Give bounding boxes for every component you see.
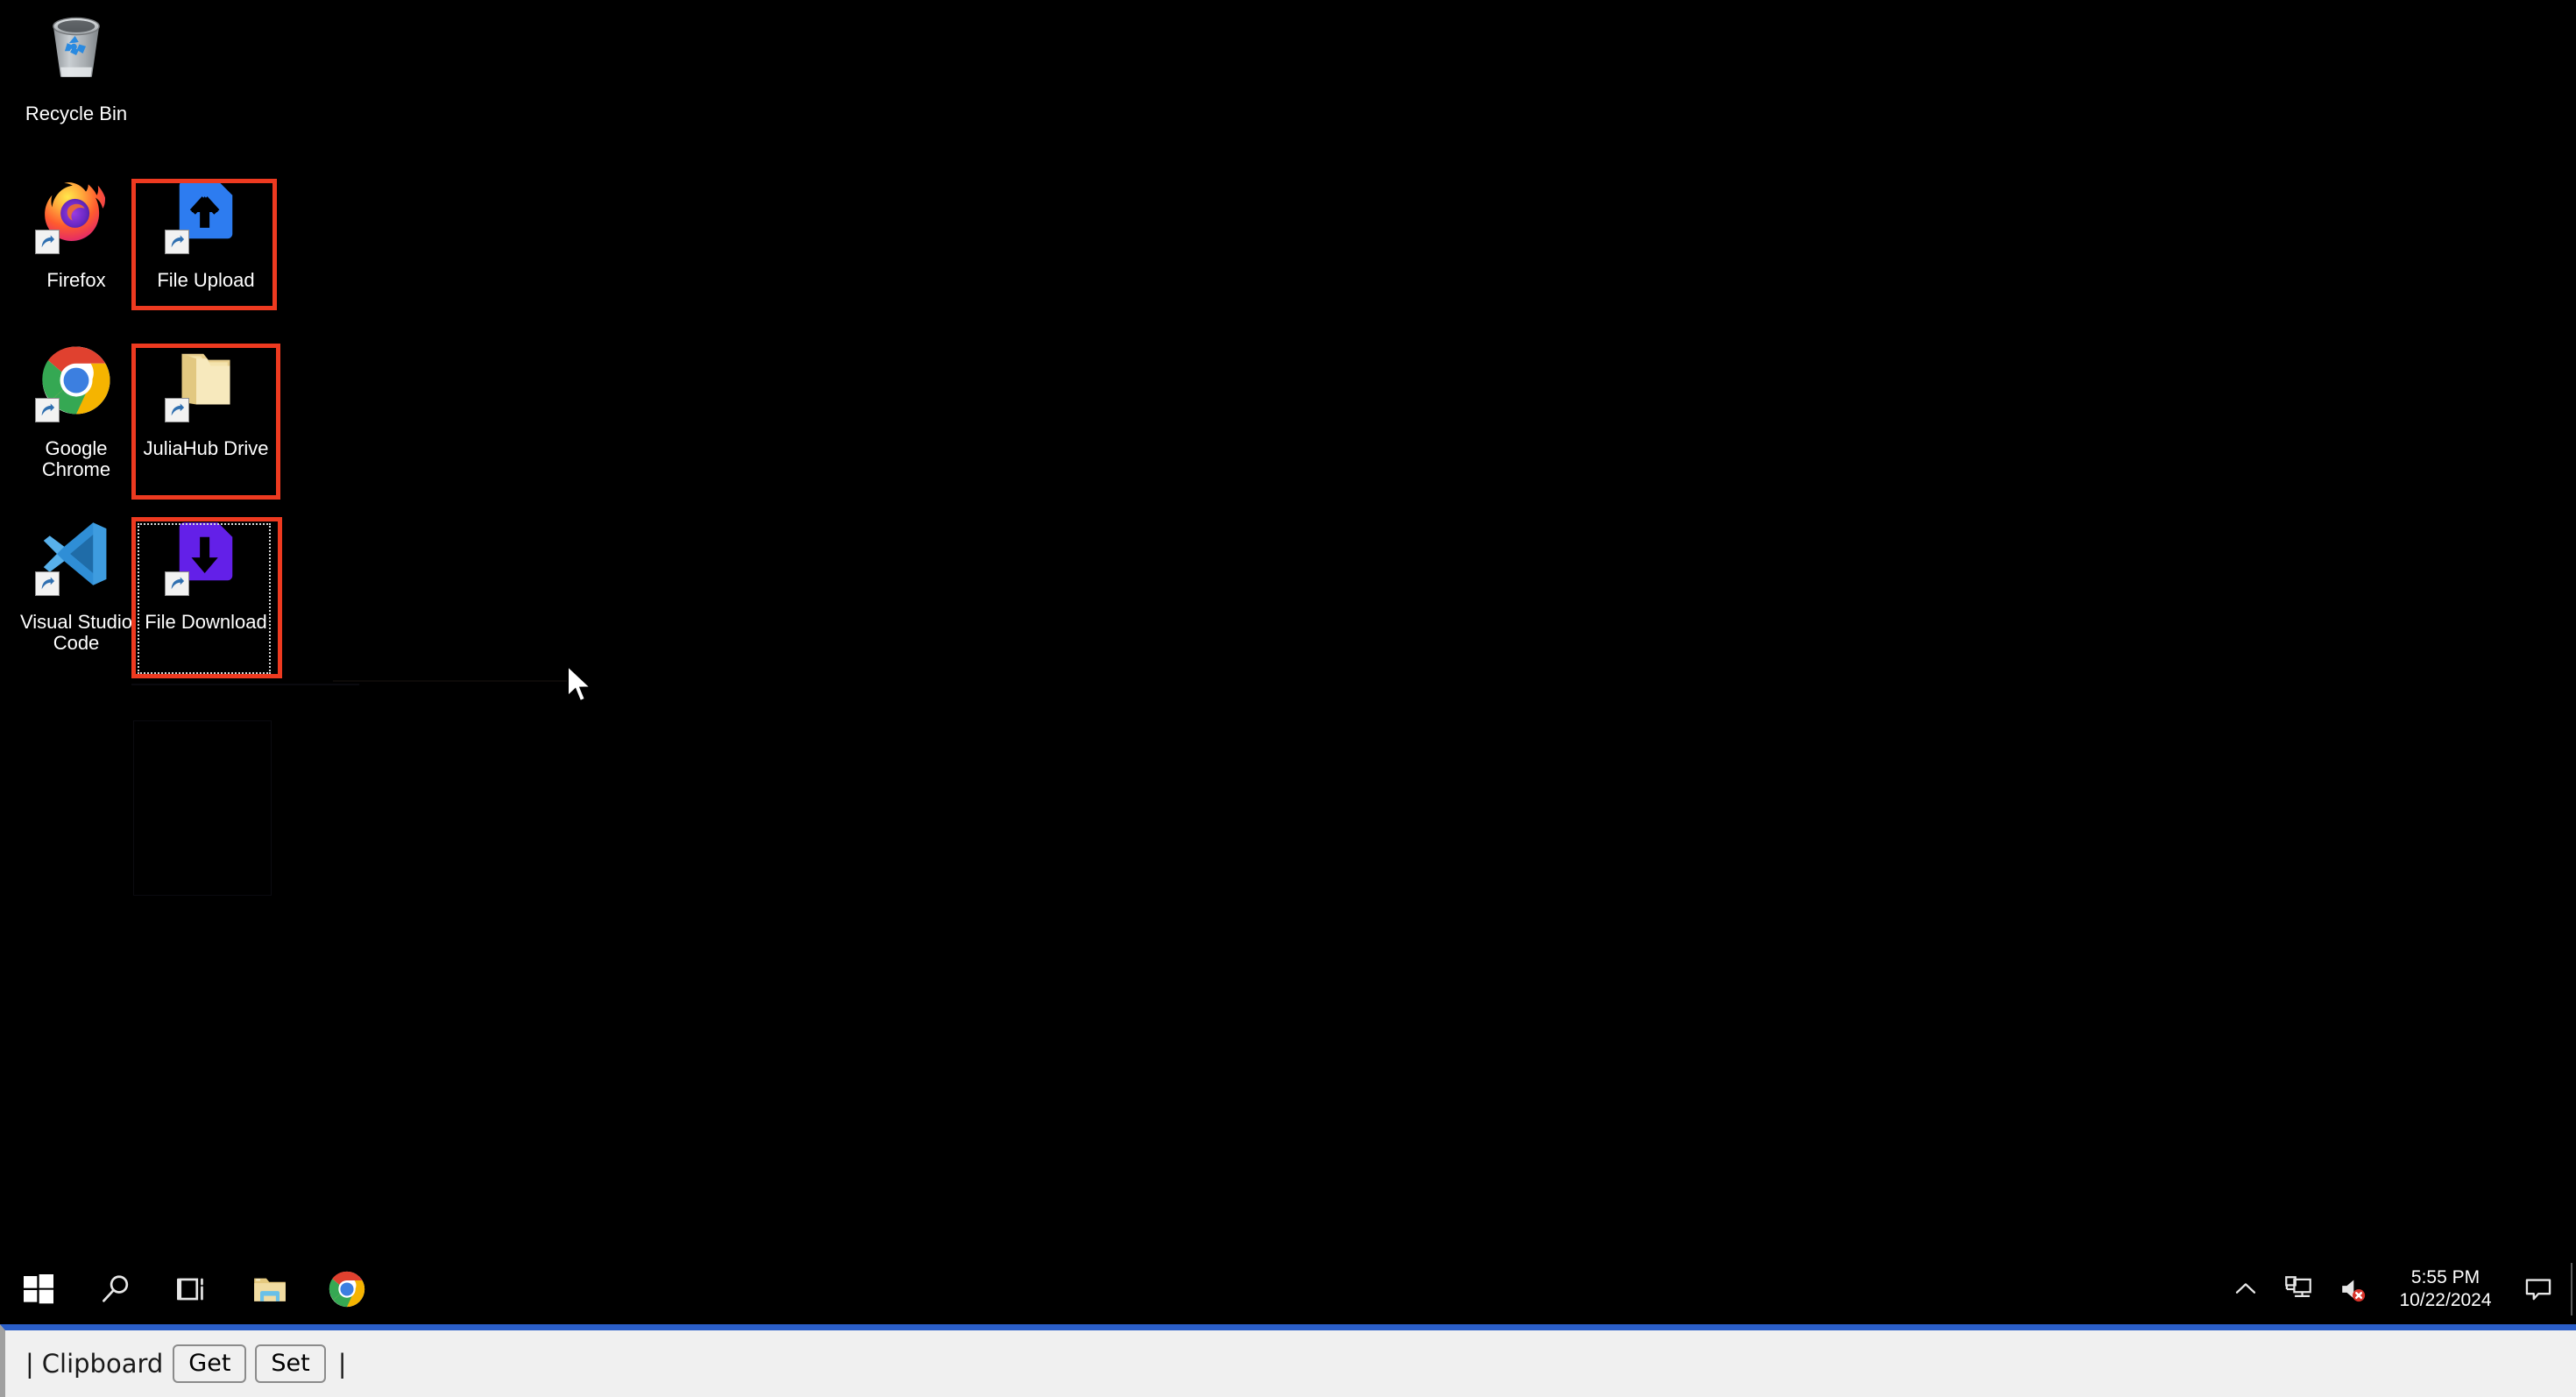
clock-date: 10/22/2024 <box>2399 1290 2492 1310</box>
desktop-icon-google-chrome[interactable]: Google Chrome <box>11 342 142 480</box>
shortcut-arrow-badge-icon <box>35 230 60 254</box>
network-button[interactable] <box>2271 1254 2325 1324</box>
desktop-icon-file-download[interactable]: File Download <box>140 515 272 633</box>
recycle-bin-icon <box>53 17 100 77</box>
windows-logo-icon <box>24 1274 53 1304</box>
recycle-bin-glyph-wrap <box>11 7 142 98</box>
network-icon <box>2285 1276 2311 1297</box>
clock[interactable]: 5:55 PM 10/22/2024 <box>2380 1266 2511 1313</box>
desktop-icon-label: JuliaHub Drive <box>143 437 269 459</box>
clipboard-right-pipe: | <box>337 1349 347 1379</box>
shortcut-arrow-badge-icon <box>35 398 60 422</box>
show-hidden-icons-button[interactable] <box>2220 1254 2271 1324</box>
desktop-icon-firefox[interactable]: Firefox <box>11 174 142 291</box>
start-button[interactable] <box>0 1254 77 1324</box>
taskbar-spacer <box>386 1254 2220 1324</box>
system-tray: 5:55 PM 10/22/2024 <box>2220 1254 2576 1324</box>
file-upload-glyph-wrap <box>140 174 272 265</box>
notification-bubble-icon <box>2525 1279 2551 1301</box>
clipboard-get-button[interactable]: Get <box>173 1344 247 1384</box>
task-view-button[interactable] <box>154 1254 231 1324</box>
chevron-up-icon <box>2235 1283 2256 1294</box>
desktop-icon-visual-studio-code[interactable]: Visual Studio Code <box>11 515 142 654</box>
file-explorer-button[interactable] <box>231 1254 308 1324</box>
desktop-artifact <box>133 720 272 896</box>
clipboard-bar: | Clipboard Get Set | <box>0 1324 2576 1397</box>
desktop-surface[interactable]: Recycle Bin Firefox File Upload Google C… <box>0 0 2576 1254</box>
shortcut-arrow-badge-icon <box>165 398 189 422</box>
desktop-icon-label: Recycle Bin <box>25 103 128 124</box>
clock-time: 5:55 PM <box>2410 1266 2480 1287</box>
vscode-glyph-wrap <box>11 515 142 606</box>
clipboard-set-button[interactable]: Set <box>255 1344 326 1384</box>
mouse-cursor <box>567 664 593 703</box>
search-icon <box>103 1275 129 1302</box>
clipboard-left-pipe: | <box>25 1349 34 1379</box>
desktop-icon-label: File Upload <box>157 269 255 291</box>
desktop-icon-label: Visual Studio Code <box>19 611 132 654</box>
desktop-artifact <box>131 684 359 685</box>
taskbar: 5:55 PM 10/22/2024 <box>0 1254 2576 1324</box>
firefox-glyph-wrap <box>11 174 142 265</box>
folder-glyph-wrap <box>140 342 272 433</box>
task-view-icon <box>177 1278 203 1301</box>
shortcut-arrow-badge-icon <box>35 571 60 596</box>
chrome-icon <box>329 1271 365 1308</box>
desktop-icon-label: File Download <box>145 611 267 633</box>
desktop-icon-label: Google Chrome <box>41 437 111 480</box>
chrome-taskbar-button[interactable] <box>308 1254 386 1324</box>
shortcut-arrow-badge-icon <box>165 230 189 254</box>
shortcut-arrow-badge-icon <box>165 571 189 596</box>
folder-icon <box>254 1278 286 1301</box>
desktop-icon-file-upload[interactable]: File Upload <box>140 174 272 291</box>
screen: Recycle Bin Firefox File Upload Google C… <box>0 0 2576 1397</box>
taskbar-buttons <box>0 1254 386 1324</box>
clipboard-label: Clipboard <box>41 1349 164 1379</box>
volume-button[interactable] <box>2325 1254 2380 1324</box>
desktop-artifact <box>333 680 570 682</box>
chrome-glyph-wrap <box>11 342 142 433</box>
speaker-muted-icon <box>2342 1280 2366 1302</box>
search-button[interactable] <box>77 1254 154 1324</box>
action-center-button[interactable] <box>2511 1254 2565 1324</box>
file-download-glyph-wrap <box>140 515 272 606</box>
tray-divider <box>2571 1263 2572 1315</box>
desktop-icon-juliahub-drive[interactable]: JuliaHub Drive <box>140 342 272 459</box>
desktop-icon-label: Firefox <box>46 269 106 291</box>
desktop-icon-recycle-bin[interactable]: Recycle Bin <box>11 7 142 124</box>
